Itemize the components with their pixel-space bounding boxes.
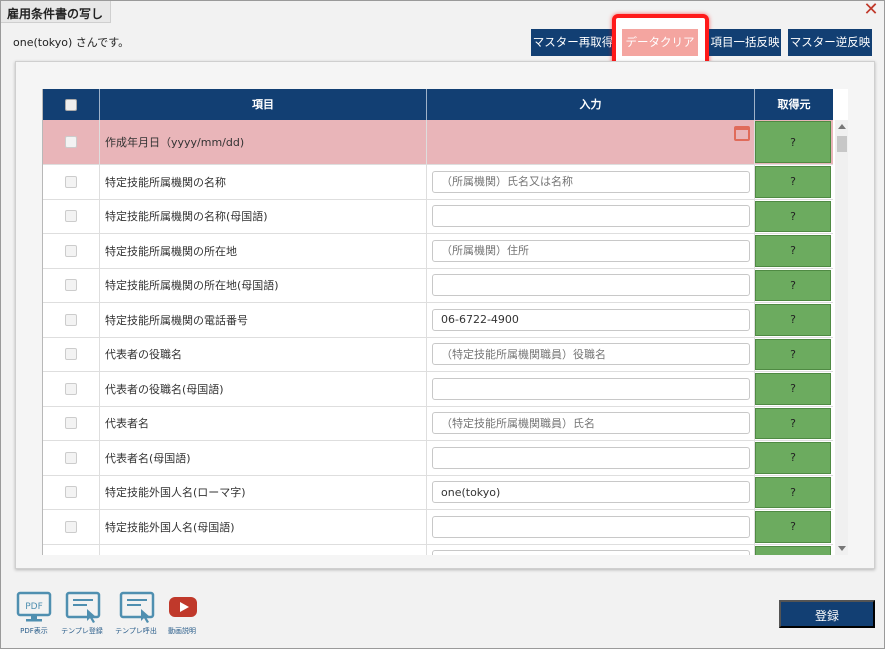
content-panel: 項目 入力 取得元 作成年月日（yyyy/mm/dd) ? 特定技能所属機関の名… <box>15 61 875 569</box>
row-label: 代表者名 <box>100 406 427 440</box>
table-row: 特定技能所属機関の電話番号 ? <box>43 303 833 338</box>
row-source[interactable]: ? <box>755 200 831 232</box>
row-label: 特定技能所属機関の名称(母国語) <box>100 199 427 233</box>
row-label: 特定技能外国人名(母国語) <box>100 510 427 544</box>
select-all-checkbox[interactable] <box>65 99 77 111</box>
master-reverse-button[interactable]: マスター逆反映 <box>788 29 872 56</box>
data-clear-button[interactable]: データクリア <box>622 29 698 56</box>
row-source[interactable]: ? <box>755 338 831 370</box>
row-label: 特定技能外国人名(ローマ字) <box>100 475 427 509</box>
header-item: 項目 <box>100 89 427 120</box>
table-row: 代表者名 ? <box>43 406 833 441</box>
row-input[interactable] <box>432 170 750 193</box>
row-checkbox[interactable] <box>65 520 77 533</box>
row-checkbox[interactable] <box>65 486 77 499</box>
row-checkbox[interactable] <box>65 279 77 292</box>
table-row: 特定技能所属機関の所在地(母国語) ? <box>43 268 833 303</box>
master-refetch-button[interactable]: マスター再取得 <box>531 29 615 56</box>
template-save-button[interactable] <box>63 591 103 626</box>
row-input[interactable] <box>432 343 750 366</box>
row-input[interactable] <box>432 515 750 538</box>
row-label: 代表者の役職名(母国語) <box>100 372 427 406</box>
row-input[interactable] <box>432 274 750 297</box>
register-button[interactable]: 登録 <box>779 600 875 628</box>
user-greeting: one(tokyo) さんです。 <box>13 36 130 49</box>
row-source[interactable]: ? <box>755 442 831 474</box>
row-checkbox[interactable] <box>65 136 77 148</box>
table-row: 作成年月日（yyyy/mm/dd) ? <box>43 120 833 165</box>
scroll-thumb[interactable] <box>837 136 847 152</box>
video-help-button[interactable] <box>163 591 203 626</box>
table-row: 代表者名(母国語) ? <box>43 441 833 476</box>
header-check-cell <box>43 89 100 120</box>
row-checkbox[interactable] <box>65 175 77 188</box>
close-icon[interactable]: ✕ <box>862 1 880 19</box>
row-input[interactable] <box>432 550 750 555</box>
table-row: 特定技能外国人名(母国語) ? <box>43 510 833 545</box>
video-help-label: 動画説明 <box>168 627 196 635</box>
row-input[interactable] <box>432 446 750 469</box>
table-header: 項目 入力 取得元 <box>43 89 833 120</box>
row-source[interactable]: ? <box>755 166 831 198</box>
row-checkbox[interactable] <box>65 382 77 395</box>
header-input: 入力 <box>427 89 755 120</box>
row-input[interactable] <box>432 308 750 331</box>
dialog-window: 雇用条件書の写し ✕ one(tokyo) さんです。 マスター再取得 データク… <box>0 0 885 649</box>
table-row-partial <box>43 544 833 555</box>
table-row: 特定技能所属機関の所在地 ? <box>43 234 833 269</box>
table-row: 特定技能所属機関の名称(母国語) ? <box>43 199 833 234</box>
row-input[interactable] <box>432 481 750 504</box>
bulk-reflect-button[interactable]: 項目一括反映 <box>709 29 781 56</box>
row-source[interactable]: ? <box>755 235 831 267</box>
row-checkbox[interactable] <box>65 313 77 326</box>
scroll-down-icon[interactable] <box>838 546 846 551</box>
row-checkbox[interactable] <box>65 210 77 223</box>
row-label: 特定技能所属機関の所在地(母国語) <box>100 268 427 302</box>
template-load-icon <box>119 591 155 623</box>
template-load-button[interactable] <box>117 591 157 626</box>
template-save-label: テンプレ登録 <box>61 627 103 635</box>
row-source[interactable]: ? <box>755 407 831 439</box>
row-source[interactable]: ? <box>755 476 831 508</box>
calendar-icon[interactable] <box>734 126 750 141</box>
row-source[interactable]: ? <box>755 269 831 301</box>
row-label: 代表者の役職名 <box>100 337 427 371</box>
template-save-icon <box>65 591 101 623</box>
row-checkbox[interactable] <box>65 451 77 464</box>
row-input[interactable] <box>432 205 750 228</box>
table-row: 代表者の役職名(母国語) ? <box>43 372 833 407</box>
row-source[interactable]: ? <box>755 511 831 543</box>
row-input[interactable] <box>432 239 750 262</box>
template-load-label: テンプレ呼出 <box>115 627 157 635</box>
dialog-title-tab: 雇用条件書の写し <box>1 1 111 23</box>
row-label: 代表者名(母国語) <box>100 441 427 475</box>
row-source[interactable]: ? <box>755 121 831 163</box>
table-row: 代表者の役職名 ? <box>43 337 833 372</box>
row-input[interactable] <box>432 412 750 435</box>
pdf-view-button[interactable]: PDF <box>14 591 54 626</box>
row-label: 特定技能所属機関の所在地 <box>100 234 427 268</box>
pdf-view-label: PDF表示 <box>20 627 48 635</box>
scroll-up-icon[interactable] <box>838 124 846 129</box>
row-checkbox[interactable] <box>65 348 77 361</box>
table-row: 特定技能所属機関の名称 ? <box>43 165 833 200</box>
row-source-partial[interactable] <box>755 545 831 555</box>
svg-text:PDF: PDF <box>25 602 43 612</box>
row-input[interactable] <box>432 377 750 400</box>
header-source: 取得元 <box>777 98 811 111</box>
row-label: 特定技能所属機関の電話番号 <box>100 303 427 337</box>
row-checkbox[interactable] <box>65 417 77 430</box>
row-checkbox[interactable] <box>65 244 77 257</box>
row-label: 特定技能所属機関の名称 <box>100 165 427 199</box>
row-label: 作成年月日（yyyy/mm/dd) <box>100 120 427 164</box>
pdf-icon: PDF <box>16 591 52 622</box>
play-icon <box>169 597 197 617</box>
fields-table: 項目 入力 取得元 作成年月日（yyyy/mm/dd) ? 特定技能所属機関の名… <box>42 89 848 555</box>
table-scrollbar[interactable] <box>835 120 848 555</box>
row-source[interactable]: ? <box>755 373 831 405</box>
row-source[interactable]: ? <box>755 304 831 336</box>
row-input-cell[interactable] <box>427 120 755 164</box>
table-row: 特定技能外国人名(ローマ字) ? <box>43 475 833 510</box>
